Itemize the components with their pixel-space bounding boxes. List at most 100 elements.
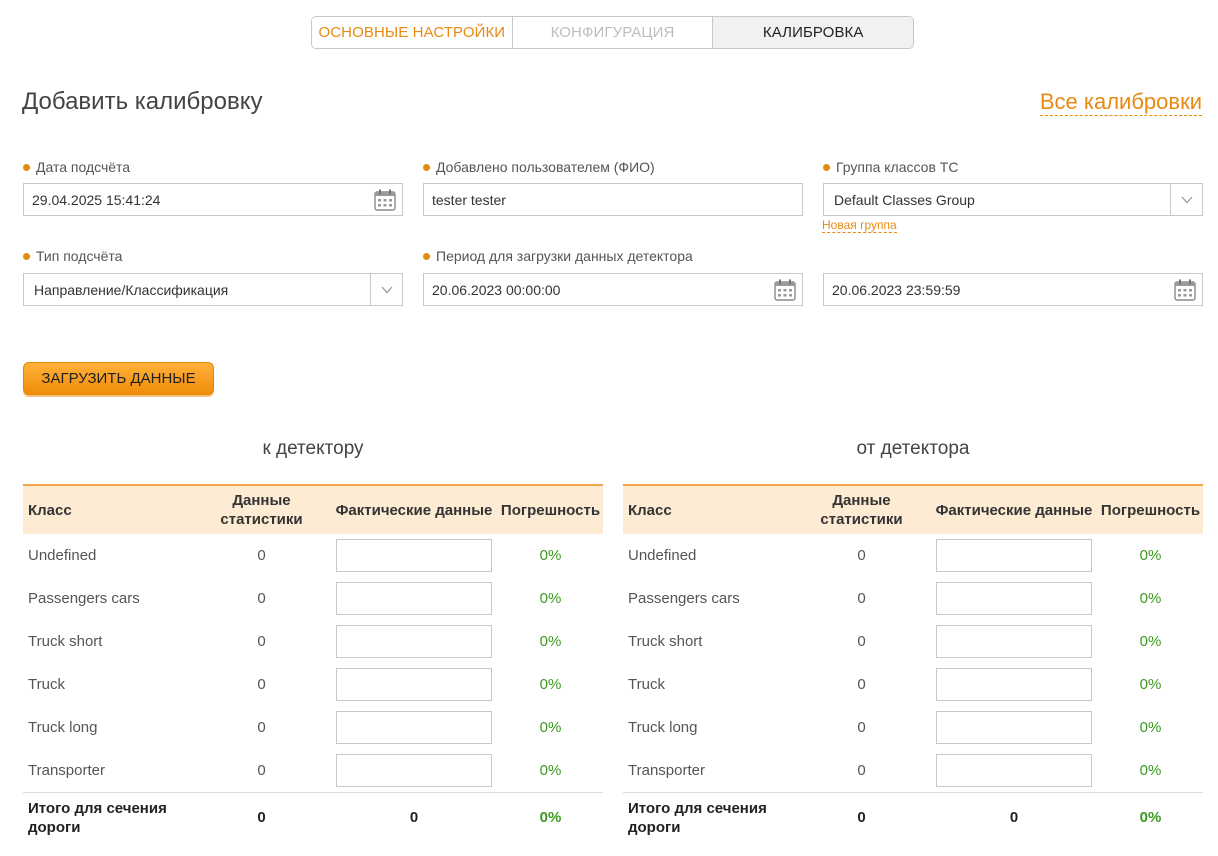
stats-value: 0 [257,676,266,693]
error-value: 0% [539,590,562,607]
actual-data-input[interactable] [336,625,492,658]
actual-data-input[interactable] [336,539,492,572]
count-date-label-text: Дата подсчёта [36,159,131,175]
actual-data-input[interactable] [936,625,1092,658]
all-calibrations-link[interactable]: Все калибровки [1039,89,1202,116]
actual-cell [930,668,1098,701]
period-label-text: Период для загрузки данных детектора [436,248,693,264]
calendar-icon[interactable] [773,278,797,302]
calendar-icon[interactable] [1173,278,1197,302]
actual-cell [330,668,498,701]
tab-configuration[interactable]: Конфигурация [512,17,714,48]
stats-value: 0 [257,762,266,779]
col-stats: Данные статистики [820,492,903,528]
error-value: 0% [1139,762,1162,779]
calibration-table-from-detector: Класс Данные статистики Фактические данн… [623,484,1203,842]
added-by-label-text: Добавлено пользователем (ФИО) [436,159,655,175]
class-name: Truck short [28,633,103,650]
total-stats: 0 [857,809,866,826]
count-date-label: Дата подсчёта [23,159,130,175]
class-name: Truck [628,676,665,693]
required-dot [823,163,830,171]
load-data-button[interactable]: Загрузить данные [23,362,214,395]
actual-cell [330,625,498,658]
col-stats: Данные статистики [220,492,303,528]
actual-data-input[interactable] [336,754,492,787]
total-label: Итого для сечения дороги [28,799,167,836]
actual-data-input[interactable] [936,668,1092,701]
section-title-from-detector: от детектора [856,438,970,459]
table-header: Класс Данные статистики Фактические данн… [23,484,603,534]
total-label: Итого для сечения дороги [628,799,767,836]
count-date-input[interactable]: 29.04.2025 15:41:24 [23,183,403,216]
tab-main-settings[interactable]: Основные настройки [312,17,513,48]
stats-value: 0 [257,633,266,650]
tab-bar: Основные настройки Конфигурация Калибров… [311,16,914,49]
tab-calibration[interactable]: Калибровка [713,17,913,48]
calendar-icon[interactable] [373,188,397,212]
table-row: Truck long 0 0% [623,706,1203,749]
table-row: Undefined 0 0% [23,534,603,577]
stats-value: 0 [857,547,866,564]
actual-data-input[interactable] [336,582,492,615]
calibration-table-to-detector: Класс Данные статистики Фактические данн… [23,484,603,842]
class-group-select[interactable]: Default Classes Group [823,183,1203,216]
period-from-input[interactable]: 20.06.2023 00:00:00 [423,273,803,306]
class-name: Transporter [628,762,705,779]
total-actual: 0 [1009,809,1019,826]
table-row: Passengers cars 0 0% [623,577,1203,620]
count-type-label: Тип подсчёта [23,248,122,264]
count-type-select[interactable]: Направление/Классификация [23,273,403,306]
class-name: Transporter [28,762,105,779]
total-error: 0% [539,809,562,826]
error-value: 0% [539,762,562,779]
chevron-down-icon[interactable] [370,274,402,305]
table-row: Truck long 0 0% [23,706,603,749]
class-name: Passengers cars [28,590,140,607]
stats-value: 0 [857,762,866,779]
class-group-label-text: Группа классов ТС [836,159,959,175]
stats-value: 0 [857,590,866,607]
added-by-label: Добавлено пользователем (ФИО) [423,159,655,175]
col-actual: Фактические данные [335,501,493,519]
chevron-down-icon[interactable] [1170,184,1202,215]
required-dot [23,163,30,171]
required-dot [423,252,430,260]
actual-data-input[interactable] [936,754,1092,787]
required-dot [23,252,30,260]
error-value: 0% [539,547,562,564]
page-title: Добавить калибровку [22,88,263,115]
period-to-input[interactable]: 20.06.2023 23:59:59 [823,273,1203,306]
error-value: 0% [1139,676,1162,693]
class-name: Undefined [628,547,697,564]
actual-data-input[interactable] [936,711,1092,744]
new-group-link[interactable]: Новая группа [822,219,897,233]
actual-cell [930,582,1098,615]
period-from-value: 20.06.2023 00:00:00 [432,281,561,298]
stats-value: 0 [257,547,266,564]
period-to-value: 20.06.2023 23:59:59 [832,281,961,298]
actual-data-input[interactable] [336,668,492,701]
actual-data-input[interactable] [336,711,492,744]
error-value: 0% [1139,547,1162,564]
stats-value: 0 [857,676,866,693]
added-by-input[interactable]: tester tester [423,183,803,216]
total-row: Итого для сечения дороги 0 0 0% [23,792,603,842]
table-row: Truck short 0 0% [23,620,603,663]
table-row: Passengers cars 0 0% [23,577,603,620]
actual-data-input[interactable] [936,539,1092,572]
error-value: 0% [539,719,562,736]
table-row: Transporter 0 0% [623,749,1203,792]
table-row: Truck 0 0% [623,663,1203,706]
col-class: Класс [628,501,672,519]
class-name: Passengers cars [628,590,740,607]
actual-cell [930,711,1098,744]
added-by-value: tester tester [432,191,506,208]
actual-data-input[interactable] [936,582,1092,615]
class-name: Truck short [628,633,703,650]
class-name: Truck long [628,719,698,736]
class-name: Undefined [28,547,97,564]
total-row: Итого для сечения дороги 0 0 0% [623,792,1203,842]
total-error: 0% [1139,809,1162,826]
required-dot [423,163,430,171]
